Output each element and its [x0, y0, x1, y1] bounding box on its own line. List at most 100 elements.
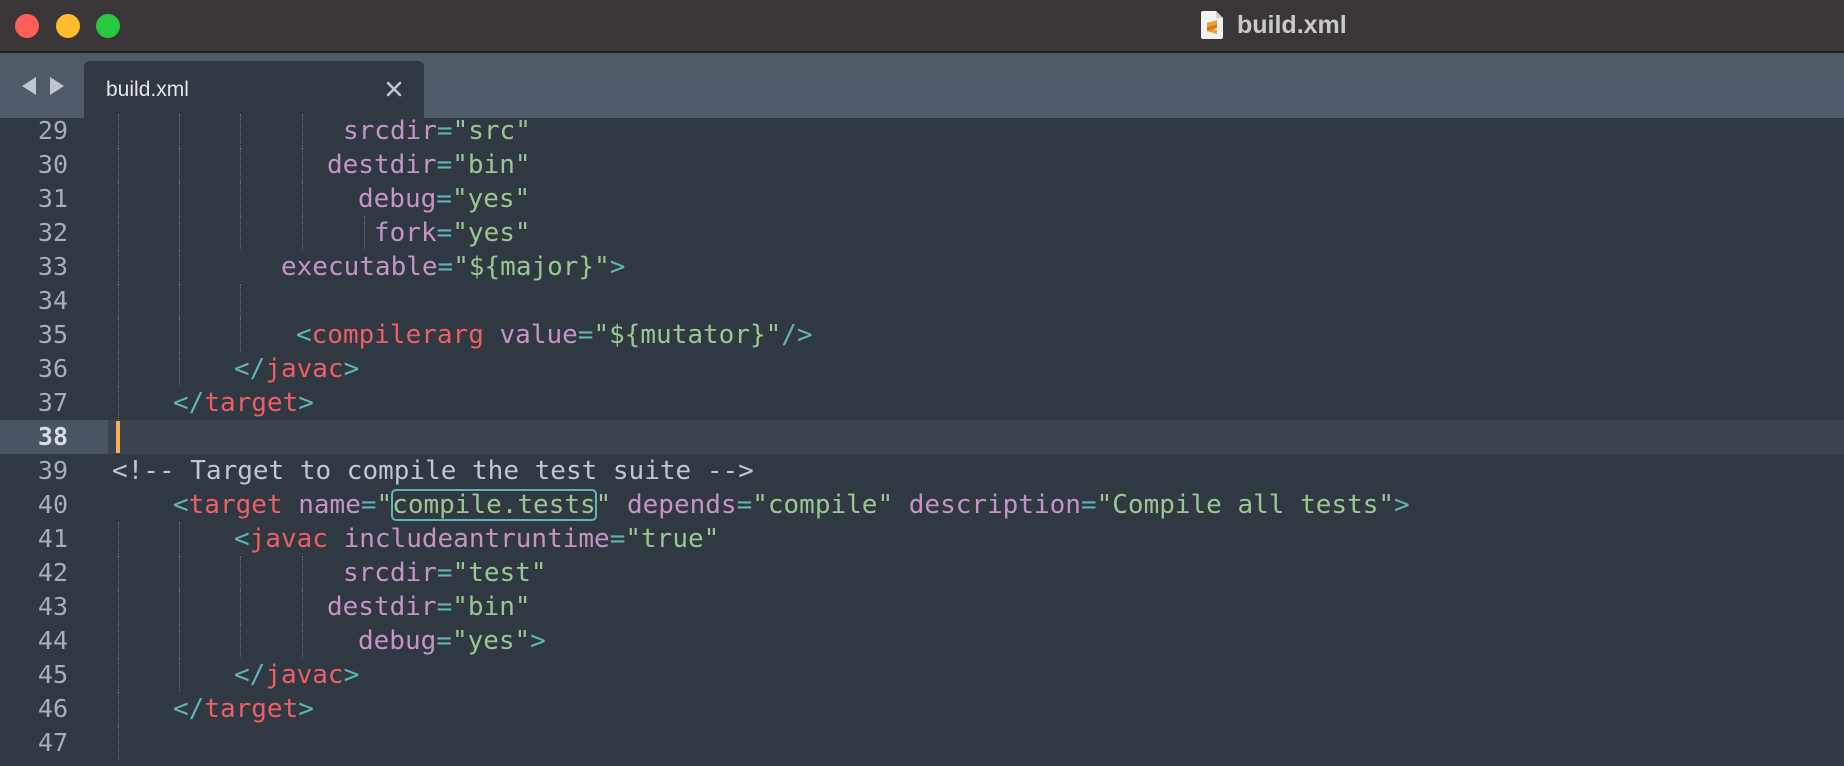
close-x-icon[interactable] — [384, 79, 404, 99]
line-number: 37 — [37, 388, 68, 417]
code-token: fork — [374, 218, 437, 248]
line-number: 35 — [37, 320, 68, 349]
code-token: "yes" — [451, 626, 531, 656]
code-token: javac — [265, 354, 344, 384]
code-token: srcdir — [343, 116, 437, 146]
window-title: build.xml — [1201, 10, 1347, 40]
code-text[interactable]: debug="yes"> — [358, 624, 546, 658]
indent-guide — [240, 556, 241, 590]
code-text[interactable]: </target> — [173, 692, 314, 726]
tab-label: build.xml — [106, 78, 189, 101]
code-token: = — [1080, 490, 1097, 520]
line-number: 44 — [37, 626, 68, 655]
code-line[interactable]: 37 </target> — [0, 386, 1844, 420]
code-token: name — [298, 490, 361, 520]
code-token: compilerarg — [311, 320, 484, 350]
code-text[interactable]: destdir="bin" — [327, 148, 531, 182]
indent-guide — [118, 522, 119, 556]
indent-guide — [302, 182, 303, 216]
code-token: = — [436, 592, 453, 622]
code-token: destdir — [327, 592, 437, 622]
code-line[interactable]: 45 </javac> — [0, 658, 1844, 692]
indent-guide — [240, 624, 241, 658]
editor-window: build.xml build.xml 29 srcdir="src" 30 dest… — [0, 0, 1844, 766]
line-number: 33 — [37, 252, 68, 281]
indent-guide — [240, 216, 241, 250]
code-line[interactable]: 34 — [0, 284, 1844, 318]
code-line[interactable]: 30 destdir="bin" — [0, 148, 1844, 182]
zoom-window-button[interactable] — [96, 14, 120, 38]
code-line[interactable]: 35 <compilerarg value="${mutator}"/> — [0, 318, 1844, 352]
triangle-left-icon[interactable] — [18, 75, 40, 97]
code-editor[interactable]: 29 srcdir="src" 30 destdir="bin" 31 debug="ye… — [0, 114, 1844, 766]
code-text[interactable]: fork="yes" — [374, 216, 531, 250]
indent-guide — [179, 556, 180, 590]
line-number: 29 — [37, 116, 68, 145]
code-line[interactable]: 43 destdir="bin" — [0, 590, 1844, 624]
indent-guide — [118, 726, 119, 760]
code-token: "test" — [452, 558, 547, 588]
code-line[interactable]: 42 srcdir="test" — [0, 556, 1844, 590]
code-line[interactable]: 46 </target> — [0, 692, 1844, 726]
code-text[interactable]: destdir="bin" — [327, 590, 531, 624]
indent-guide — [302, 114, 303, 148]
code-token: "compile" — [752, 490, 894, 520]
code-text[interactable]: debug="yes" — [358, 182, 530, 216]
code-token: debug — [358, 626, 437, 656]
code-text[interactable]: <target name="compile.tests" depends="co… — [173, 488, 1410, 522]
line-number: 45 — [37, 660, 68, 689]
code-text[interactable]: srcdir="src" — [343, 114, 531, 148]
code-token: = — [609, 524, 626, 554]
code-token: > — [609, 252, 626, 282]
code-token: " — [595, 490, 612, 520]
code-line[interactable]: 44 debug="yes"> — [0, 624, 1844, 658]
code-token: target — [204, 388, 299, 418]
code-token: /> — [781, 320, 813, 350]
close-window-button[interactable] — [15, 14, 39, 38]
minimize-window-button[interactable] — [56, 14, 80, 38]
code-line[interactable]: 31 debug="yes" — [0, 182, 1844, 216]
triangle-right-icon[interactable] — [46, 75, 68, 97]
code-token: < — [173, 490, 189, 520]
indent-guide — [179, 624, 180, 658]
code-token: = — [436, 218, 453, 248]
tab-build-xml[interactable]: build.xml — [84, 61, 424, 118]
indent-guide — [118, 624, 119, 658]
code-token: = — [436, 150, 453, 180]
code-line[interactable]: 39 <!-- Target to compile the test suite … — [0, 454, 1844, 488]
indent-guide — [118, 556, 119, 590]
indent-guide — [179, 114, 180, 148]
code-line[interactable]: 36 </javac> — [0, 352, 1844, 386]
code-token: "yes" — [451, 184, 531, 214]
line-number: 38 — [37, 422, 68, 451]
code-text[interactable]: <!-- Target to compile the test suite --… — [112, 454, 754, 488]
code-text[interactable]: <compilerarg value="${mutator}"/> — [296, 318, 813, 352]
indent-guide — [118, 148, 119, 182]
code-line[interactable]: 41 <javac includeantruntime="true" — [0, 522, 1844, 556]
indent-guide — [179, 658, 180, 692]
code-text[interactable]: </javac> — [234, 352, 359, 386]
code-text[interactable]: executable="${major}"> — [281, 250, 625, 284]
code-text[interactable]: </javac> — [234, 658, 359, 692]
code-token: <!-- Target to compile the test suite --… — [112, 456, 754, 486]
code-text[interactable]: srcdir="test" — [343, 556, 547, 590]
code-line[interactable]: 38 — [0, 420, 1844, 454]
indent-guide — [240, 590, 241, 624]
indent-guide — [364, 216, 365, 250]
code-token: </ — [234, 354, 266, 384]
code-token: < — [234, 524, 250, 554]
code-line[interactable]: 40 <target name="compile.tests" depends="… — [0, 488, 1844, 522]
code-line[interactable]: 32 fork="yes" — [0, 216, 1844, 250]
code-line[interactable]: 33 executable="${major}"> — [0, 250, 1844, 284]
code-text[interactable]: </target> — [173, 386, 314, 420]
code-line[interactable]: 47 — [0, 726, 1844, 760]
code-text[interactable]: <javac includeantruntime="true" — [234, 522, 719, 556]
code-token: "${mutator}" — [593, 320, 782, 350]
code-line[interactable]: 29 srcdir="src" — [0, 114, 1844, 148]
line-number: 46 — [37, 694, 68, 723]
indent-guide — [118, 250, 119, 284]
code-token: = — [577, 320, 594, 350]
